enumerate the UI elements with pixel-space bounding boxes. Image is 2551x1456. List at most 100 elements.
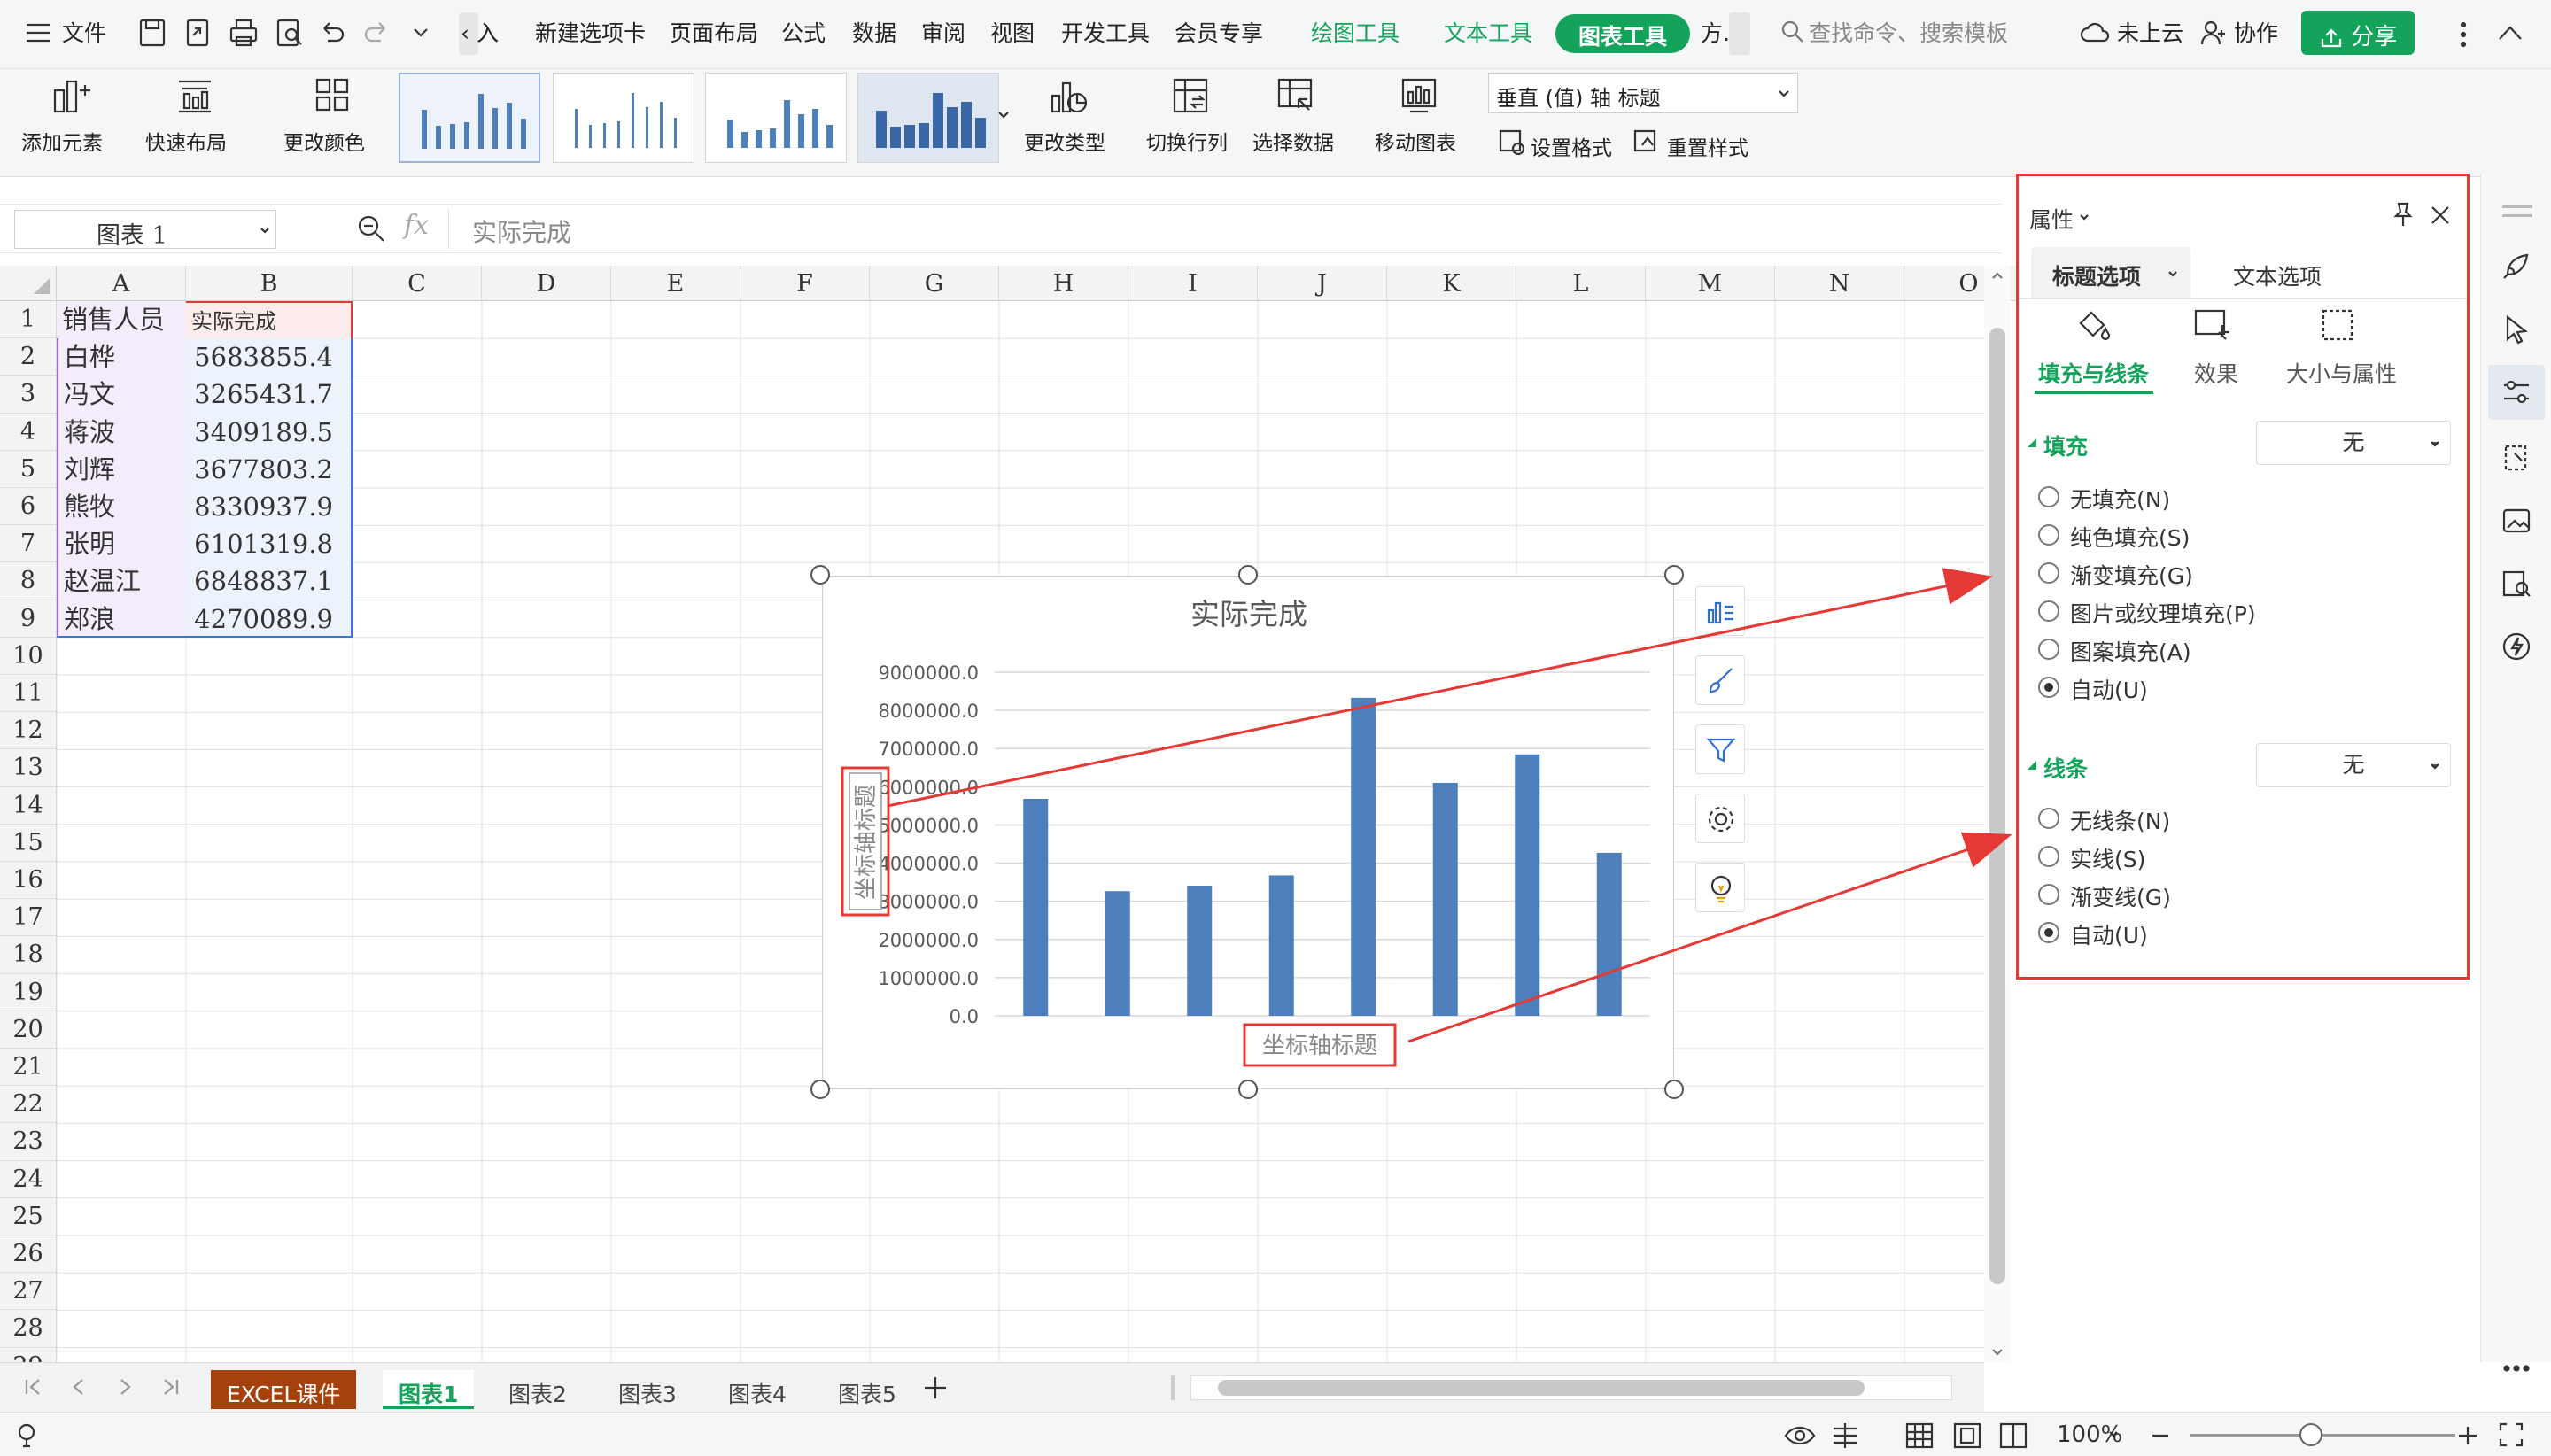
vertical-scrollbar[interactable] — [1984, 266, 2011, 1362]
menu-tab-review[interactable]: 审阅 — [921, 16, 965, 48]
change-type-icon[interactable] — [1047, 74, 1089, 117]
image-edit-icon[interactable] — [2501, 507, 2532, 537]
reset-style-button[interactable]: 重置样式 — [1667, 131, 1748, 161]
menu-tab-chart-tools[interactable]: 图表工具 — [1555, 14, 1691, 53]
chart-bar[interactable] — [1105, 891, 1130, 1016]
move-chart-button[interactable]: 移动图表 — [1375, 126, 1456, 156]
eye-protection-icon[interactable] — [1784, 1423, 1816, 1448]
cell-A9[interactable]: 郑浪 — [57, 600, 186, 638]
chart-style-button[interactable] — [1695, 655, 1745, 705]
formula-input[interactable]: 实际完成 — [448, 208, 2002, 249]
chart-style-4[interactable] — [857, 73, 999, 163]
chart-bar[interactable] — [1023, 798, 1049, 1016]
quick-layout-button[interactable]: 快速布局 — [145, 126, 227, 156]
label-no-line[interactable]: 无线条(N) — [2070, 804, 2170, 836]
add-sheet-icon[interactable] — [923, 1375, 948, 1400]
change-type-button[interactable]: 更改类型 — [1024, 126, 1105, 156]
chart-object[interactable]: 实际完成 9000000.0 8000000.0 7000000.0 6000000.… — [822, 576, 1674, 1089]
zoom-out-icon[interactable] — [2151, 1427, 2170, 1444]
chart-style-3[interactable] — [705, 73, 847, 163]
first-sheet-icon[interactable] — [23, 1377, 43, 1397]
sheet-tab-2[interactable]: 图表2 — [492, 1370, 583, 1409]
set-format-button[interactable]: 设置格式 — [1531, 131, 1612, 161]
cell-A2[interactable]: 白桦 — [57, 338, 186, 376]
menu-tab-drawing-tools[interactable]: 绘图工具 — [1311, 16, 1400, 48]
chart-filter-button[interactable] — [1695, 724, 1745, 774]
section-collapse-icon[interactable] — [2028, 761, 2036, 770]
search-input[interactable]: 查找命令、搜索模板 — [1809, 16, 2008, 48]
collab-button[interactable]: 协作 — [2234, 16, 2278, 48]
fill-dropdown[interactable]: 无 — [2256, 421, 2451, 465]
cell-A4[interactable]: 蒋波 — [57, 413, 186, 451]
radio-gradient-fill[interactable] — [2038, 562, 2059, 584]
subtab-size[interactable]: 大小与属性 — [2286, 357, 2397, 389]
y-axis-title[interactable]: 坐标轴标题 — [853, 785, 880, 900]
label-auto-fill[interactable]: 自动(U) — [2070, 673, 2148, 705]
resize-handle-tl[interactable] — [810, 565, 830, 585]
tab-text-options[interactable]: 文本选项 — [2233, 259, 2322, 291]
page-layout-view-icon[interactable] — [1952, 1421, 1982, 1450]
zoom-slider-track[interactable] — [2190, 1434, 2455, 1437]
menu-tab-member[interactable]: 会员专享 — [1175, 16, 1263, 48]
cell-B5[interactable]: 3677803.2 — [186, 450, 353, 488]
chart-bar[interactable] — [1268, 875, 1294, 1016]
freeze-pane-icon[interactable] — [1830, 1421, 1860, 1450]
radio-no-line[interactable] — [2038, 808, 2059, 829]
cell-A6[interactable]: 熊牧 — [57, 488, 186, 526]
print-icon[interactable] — [229, 18, 259, 48]
menu-file[interactable]: 文件 — [62, 16, 106, 48]
vertical-scrollbar-thumb[interactable] — [1989, 328, 2005, 1284]
cloud-status[interactable]: 未上云 — [2117, 16, 2183, 48]
fx-icon[interactable]: fx — [404, 210, 429, 241]
resize-handle-bl[interactable] — [810, 1080, 830, 1099]
chart-style-more-icon[interactable] — [997, 110, 1010, 120]
chart-bar[interactable] — [1515, 754, 1540, 1016]
normal-view-icon[interactable] — [1904, 1421, 1935, 1450]
chart-element-select[interactable]: 垂直 (值) 轴 标题 — [1488, 73, 1798, 113]
menu-tab-text-tools[interactable]: 文本工具 — [1444, 16, 1532, 48]
prev-sheet-icon[interactable] — [69, 1377, 89, 1397]
resize-handle-t[interactable] — [1238, 565, 1258, 585]
cell-B9[interactable]: 4270089.9 — [186, 600, 353, 638]
panel-title[interactable]: 属性 — [2029, 203, 2074, 235]
lightning-icon[interactable] — [2501, 631, 2532, 662]
label-picture-fill[interactable]: 图片或纹理填充(P) — [2070, 597, 2256, 629]
add-element-icon[interactable] — [50, 74, 92, 117]
redo-icon[interactable] — [363, 19, 390, 46]
chart-canvas[interactable]: 实际完成 9000000.0 8000000.0 7000000.0 6000000.… — [823, 577, 1675, 1090]
radio-solid-line[interactable] — [2038, 846, 2059, 867]
radio-auto-line[interactable] — [2038, 922, 2059, 943]
select-data-button[interactable]: 选择数据 — [1252, 126, 1334, 156]
quick-layout-icon[interactable] — [174, 74, 216, 117]
export-icon[interactable] — [184, 18, 213, 48]
menu-tab-formula[interactable]: 公式 — [781, 16, 826, 48]
label-auto-line[interactable]: 自动(U) — [2070, 918, 2148, 950]
label-solid-line[interactable]: 实线(S) — [2070, 842, 2145, 874]
menu-tab-insert[interactable]: ‹ 入 — [461, 16, 499, 48]
zoom-formula-icon[interactable] — [356, 213, 386, 244]
cursor-icon[interactable] — [2502, 314, 2531, 345]
more-vertical-icon[interactable] — [2459, 21, 2468, 48]
radio-solid-fill[interactable] — [2038, 524, 2059, 546]
chart-bar[interactable] — [1432, 782, 1458, 1016]
add-element-button[interactable]: 添加元素 — [21, 126, 103, 156]
switch-rowcol-icon[interactable] — [1169, 74, 1212, 117]
sheet-tab-excel[interactable]: EXCEL课件 — [211, 1370, 357, 1409]
change-color-icon[interactable] — [312, 74, 354, 117]
last-sheet-icon[interactable] — [161, 1377, 181, 1397]
macro-icon[interactable] — [16, 1421, 44, 1450]
chart-bar[interactable] — [1351, 697, 1376, 1016]
hamburger-icon[interactable] — [25, 21, 51, 44]
cell-A7[interactable]: 张明 — [57, 525, 186, 563]
undo-icon[interactable] — [319, 19, 345, 46]
cell-A1[interactable]: 销售人员 — [57, 301, 186, 339]
subtab-fill-line[interactable]: 填充与线条 — [2038, 357, 2149, 389]
quick-access-more-icon[interactable] — [413, 27, 429, 39]
save-icon[interactable] — [138, 18, 167, 48]
page-break-view-icon[interactable] — [1998, 1421, 2028, 1450]
book-search-icon[interactable] — [2501, 569, 2532, 599]
rail-properties-active[interactable] — [2488, 365, 2545, 420]
chart-style-2[interactable] — [553, 73, 694, 163]
menu-tab-view[interactable]: 视图 — [990, 16, 1035, 48]
more-horizontal-icon[interactable] — [2502, 1364, 2531, 1373]
